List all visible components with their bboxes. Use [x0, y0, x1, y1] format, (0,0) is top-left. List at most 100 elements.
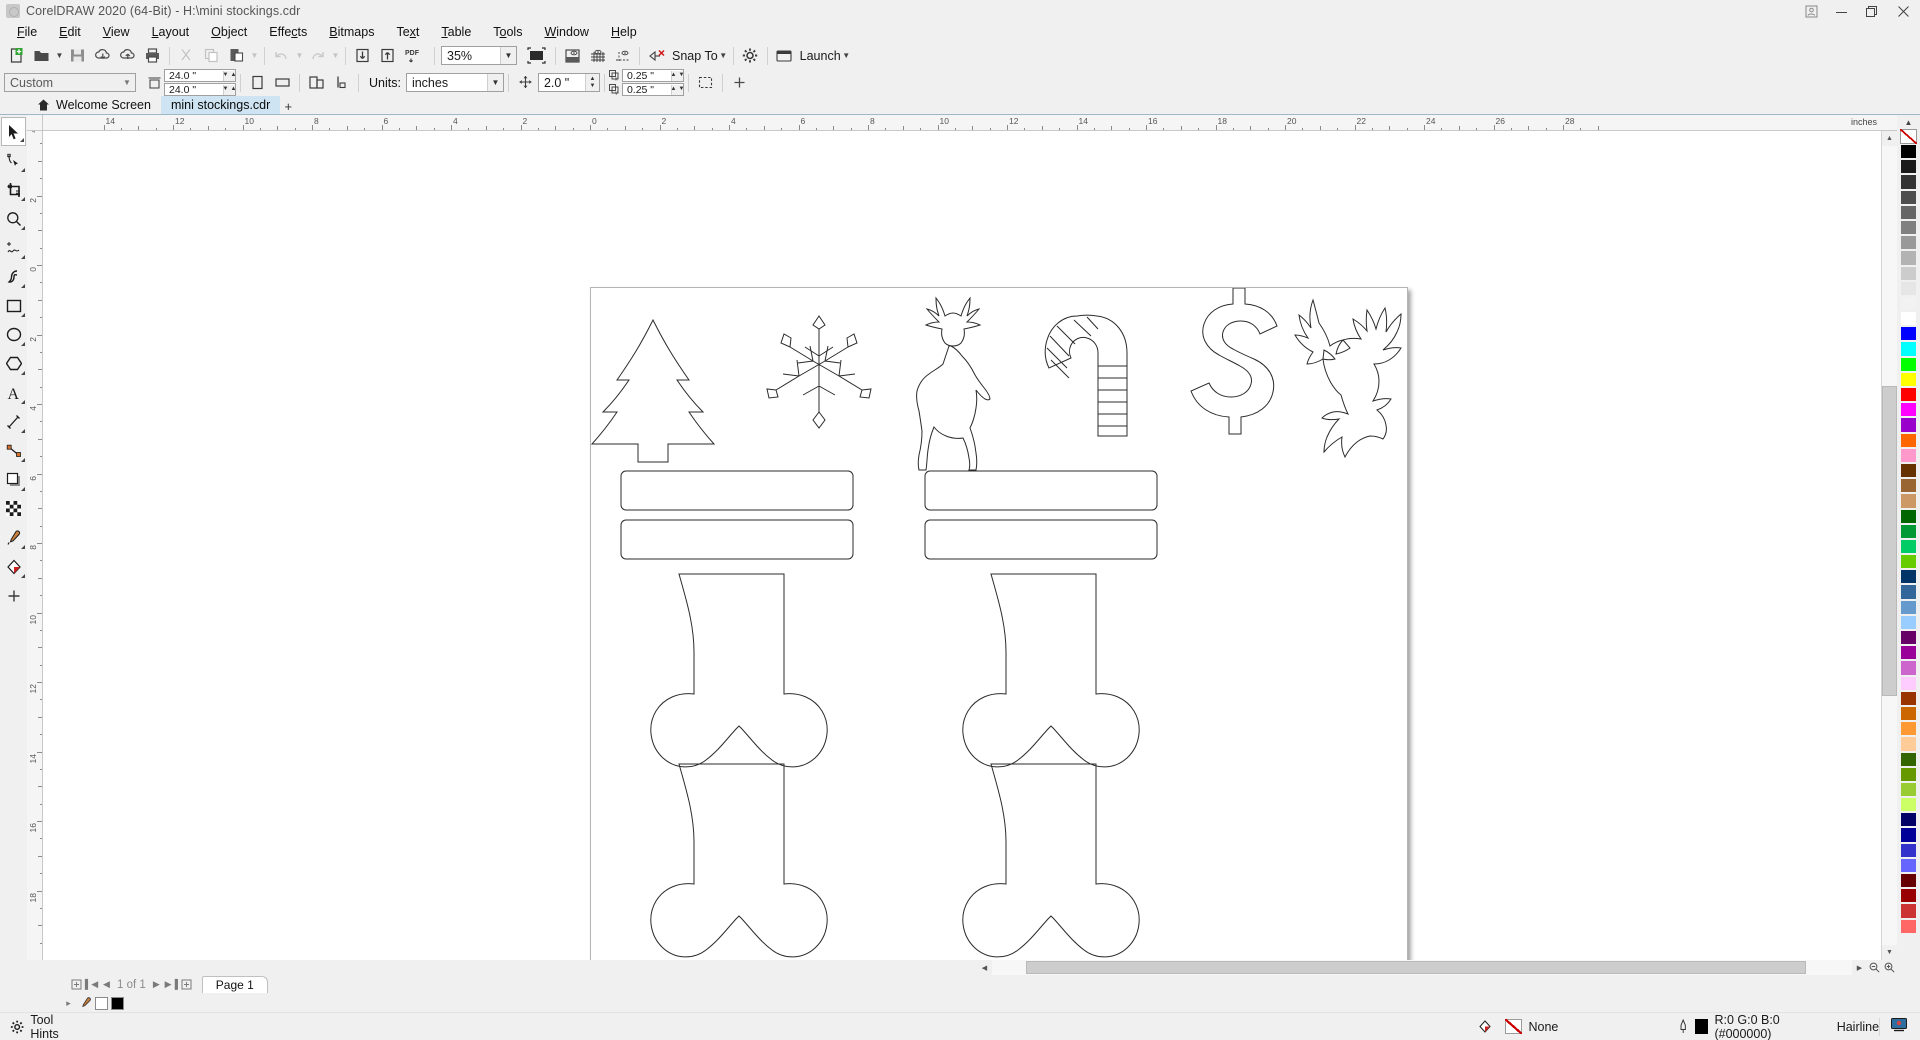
- crop-tool-flyout-arrow[interactable]: [21, 197, 25, 201]
- open-dropdown-caret[interactable]: ▼: [54, 44, 65, 68]
- cloud-download-icon[interactable]: [90, 44, 115, 68]
- menu-help[interactable]: Help: [600, 23, 648, 41]
- tab-welcome-screen[interactable]: Welcome Screen: [27, 96, 161, 114]
- menu-file[interactable]: File: [6, 23, 48, 41]
- drawing-canvas[interactable]: [43, 131, 1881, 960]
- palette-swatch[interactable]: [1900, 265, 1917, 281]
- duplicate-x-spin[interactable]: 0.25 " ▲ ▼: [621, 69, 684, 82]
- tab-mini-stockings[interactable]: mini stockings.cdr: [160, 96, 281, 114]
- add-icon[interactable]: [727, 71, 752, 95]
- palette-swatch[interactable]: [1900, 356, 1917, 372]
- display-settings-icon[interactable]: [1890, 1017, 1920, 1036]
- polygon-tool-flyout-arrow[interactable]: [21, 371, 25, 375]
- fill-color-icon[interactable]: [1479, 1019, 1499, 1035]
- palette-swatch[interactable]: [1900, 219, 1917, 236]
- transparency-tool[interactable]: [1, 494, 26, 523]
- palette-swatch[interactable]: [1900, 189, 1917, 205]
- palette-swatch[interactable]: [1900, 280, 1917, 296]
- palette-swatch[interactable]: [1900, 159, 1917, 175]
- palette-swatch[interactable]: [1900, 250, 1917, 266]
- menu-effects[interactable]: Effects: [258, 23, 318, 41]
- doc-palette-prev[interactable]: ▸: [61, 996, 76, 1011]
- zoom-in-button[interactable]: [1882, 960, 1897, 975]
- zoom-tool[interactable]: [1, 204, 26, 233]
- zoom-level-combo[interactable]: 35% ▼: [441, 46, 517, 65]
- palette-swatch[interactable]: [1900, 432, 1917, 448]
- hscroll-track[interactable]: [992, 960, 1852, 975]
- palette-swatch[interactable]: [1900, 447, 1917, 463]
- dimension-tool-flyout-arrow[interactable]: [21, 429, 25, 433]
- palette-swatch[interactable]: [1900, 341, 1917, 357]
- menu-text[interactable]: Text: [385, 23, 430, 41]
- launch-icon[interactable]: [772, 44, 797, 68]
- menu-object[interactable]: Object: [200, 23, 258, 41]
- palette-swatch[interactable]: [1900, 295, 1917, 312]
- ruler-corner[interactable]: [27, 115, 43, 131]
- palette-swatch[interactable]: [1900, 493, 1917, 509]
- nudge-spin[interactable]: 2.0 " ▲ ▼: [537, 73, 600, 92]
- palette-swatch[interactable]: [1900, 797, 1917, 813]
- shape-tool[interactable]: [1, 146, 26, 175]
- doc-palette-white-swatch[interactable]: [95, 996, 108, 1010]
- vscroll-thumb[interactable]: [1882, 386, 1897, 696]
- menu-bitmaps[interactable]: Bitmaps: [318, 23, 385, 41]
- palette-scroll-up-icon[interactable]: ▲: [1905, 115, 1913, 129]
- page-preset-combo[interactable]: Custom ▼: [4, 73, 136, 92]
- add-tab-button[interactable]: +: [280, 99, 296, 114]
- vertical-ruler[interactable]: 4 2 0 2 4 6 8 10 12 14 16 18: [27, 131, 43, 960]
- palette-swatch[interactable]: [1900, 417, 1917, 433]
- artistic-media-tool-flyout-arrow[interactable]: [21, 284, 25, 288]
- nudge-arrows[interactable]: ▲ ▼: [584, 74, 599, 91]
- page-tab-page1[interactable]: Page 1: [201, 976, 268, 993]
- palette-no-color-swatch[interactable]: [1900, 129, 1917, 144]
- crop-tool[interactable]: [1, 175, 26, 204]
- page-width-arrows[interactable]: ▼ ▲: [223, 70, 236, 81]
- palette-swatch[interactable]: [1900, 873, 1917, 889]
- current-page-icon[interactable]: [329, 71, 354, 95]
- palette-swatch[interactable]: [1900, 584, 1917, 600]
- ellipse-tool-flyout-arrow[interactable]: [21, 342, 25, 346]
- restore-button[interactable]: [1856, 0, 1886, 22]
- page-height-arrows[interactable]: ▼ ▲: [223, 84, 236, 95]
- connector-tool[interactable]: [1, 436, 26, 465]
- units-caret[interactable]: ▼: [486, 74, 503, 91]
- palette-swatch[interactable]: [1900, 781, 1917, 798]
- nudge-icon[interactable]: [513, 71, 538, 95]
- scroll-up-arrow[interactable]: ▲: [1882, 131, 1897, 146]
- account-icon[interactable]: [1796, 0, 1826, 22]
- duplicate-y-arrows[interactable]: ▲ ▼: [671, 84, 684, 95]
- minimize-button[interactable]: [1826, 0, 1856, 22]
- horizontal-ruler[interactable]: inches 14 12 10 8 6 4 2 0 2 4 6 8 10 12 14 16 18 20 22 24 26…: [43, 115, 1881, 131]
- zoom-out-button[interactable]: [1867, 960, 1882, 975]
- palette-swatch[interactable]: [1900, 538, 1917, 555]
- page-preset-caret[interactable]: ▼: [119, 74, 135, 91]
- prev-page-button[interactable]: ◀: [99, 977, 114, 992]
- gear-icon[interactable]: [10, 1019, 24, 1035]
- palette-swatch[interactable]: [1900, 645, 1917, 661]
- snap-off-icon[interactable]: [644, 44, 669, 68]
- freehand-tool[interactable]: [1, 233, 26, 262]
- close-button[interactable]: [1886, 0, 1920, 22]
- vscroll-track[interactable]: [1882, 146, 1897, 945]
- last-page-button[interactable]: ▶▐: [164, 977, 179, 992]
- palette-swatch[interactable]: [1900, 554, 1917, 570]
- undo-icon[interactable]: [269, 44, 294, 68]
- scroll-down-arrow[interactable]: ▼: [1882, 945, 1897, 960]
- smart-fill-tool[interactable]: [1, 581, 26, 610]
- shape-tool-flyout-arrow[interactable]: [21, 168, 25, 172]
- freehand-tool-flyout-arrow[interactable]: [21, 255, 25, 259]
- vertical-scrollbar[interactable]: ▲ ▼: [1881, 131, 1897, 960]
- palette-swatch[interactable]: [1900, 462, 1917, 479]
- palette-swatch[interactable]: [1900, 387, 1917, 403]
- paste-icon[interactable]: [224, 44, 249, 68]
- fill-preview-swatch[interactable]: [1505, 1019, 1523, 1034]
- text-tool-flyout-arrow[interactable]: [21, 400, 25, 404]
- artistic-media-tool[interactable]: [1, 262, 26, 291]
- export-pdf-icon[interactable]: PDF: [400, 44, 430, 68]
- show-guides-icon[interactable]: [610, 44, 635, 68]
- zoom-to-fit-icon[interactable]: [521, 44, 551, 68]
- palette-swatch[interactable]: [1900, 235, 1917, 251]
- outline-color-swatch[interactable]: [1694, 1019, 1709, 1034]
- palette-swatch[interactable]: [1900, 311, 1917, 327]
- hscroll-thumb[interactable]: [1026, 961, 1806, 974]
